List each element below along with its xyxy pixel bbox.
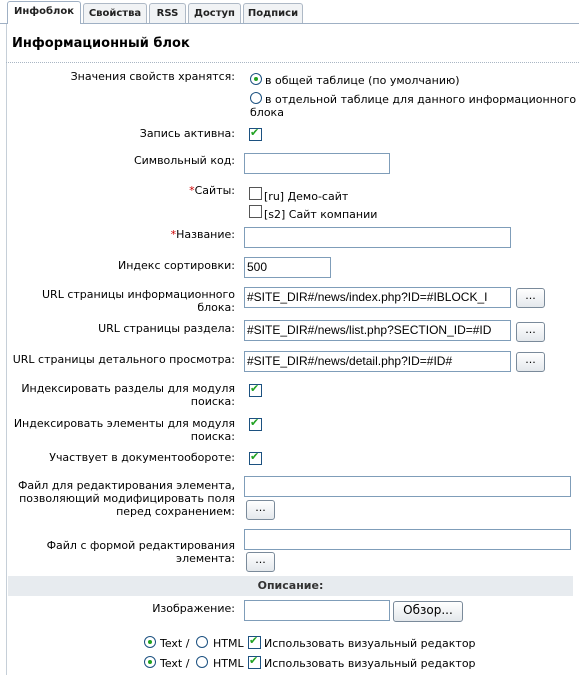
- url-detail-label: URL страницы детального просмотра:: [12, 353, 235, 366]
- index-sections-label-line1: Индексировать разделы для модуля: [21, 382, 235, 395]
- sites-label-wrap: *Сайты:: [8, 184, 235, 197]
- url-detail-browse-button[interactable]: ...: [516, 352, 545, 372]
- url-section-label: URL страницы раздела:: [98, 322, 235, 335]
- url-section-browse-button[interactable]: ...: [516, 322, 545, 342]
- description-section-header: Описание:: [8, 576, 573, 596]
- title-divider: [6, 62, 579, 63]
- site-ru-checkbox[interactable]: [249, 187, 262, 200]
- url-detail-input[interactable]: #SITE_DIR#/news/detail.php?ID=#ID#: [244, 351, 511, 372]
- editor2-html-radio[interactable]: [196, 656, 208, 668]
- name-input[interactable]: [244, 227, 511, 248]
- active-checkbox[interactable]: [249, 126, 262, 141]
- storage-radio-separate[interactable]: [250, 92, 262, 104]
- tab-signatures[interactable]: Подписи: [243, 3, 303, 23]
- tab-bar: Инфоблок Свойства RSS Доступ Подписи: [0, 0, 579, 24]
- site-s2-checkbox[interactable]: [249, 205, 262, 218]
- name-label-wrap: *Название:: [8, 228, 235, 241]
- editor1-html-radio[interactable]: [196, 636, 208, 648]
- edit-file-label-line2: позволяющий модифицировать поля: [19, 492, 235, 505]
- url-list-input[interactable]: #SITE_DIR#/news/index.php?ID=#IBLOCK_I: [244, 287, 511, 308]
- form-file-input[interactable]: [244, 529, 571, 550]
- editor2-text-label: Text /: [160, 657, 190, 670]
- editor2-text-radio[interactable]: [144, 656, 156, 668]
- editor2-visual-checkbox[interactable]: [248, 654, 261, 669]
- code-input[interactable]: [244, 153, 390, 174]
- workflow-checkbox[interactable]: [249, 450, 262, 465]
- editor2-visual-label: Использовать визуальный редактор: [264, 657, 476, 670]
- editor1-html-label: HTML: [213, 637, 244, 650]
- edit-file-browse-button[interactable]: ...: [246, 500, 275, 520]
- editor1-visual-label: Использовать визуальный редактор: [264, 637, 476, 650]
- tab-infoblock[interactable]: Инфоблок: [7, 1, 81, 24]
- image-file-input[interactable]: [244, 600, 390, 621]
- storage-label: Значения свойств хранятся:: [70, 70, 235, 83]
- tab-rss[interactable]: RSS: [149, 3, 186, 23]
- index-elements-checkbox[interactable]: [249, 416, 262, 431]
- storage-radio-common[interactable]: [250, 73, 262, 85]
- form-file-browse-button[interactable]: ...: [246, 552, 275, 572]
- editor1-text-radio[interactable]: [144, 636, 156, 648]
- image-browse-button[interactable]: Обзор...: [393, 601, 463, 622]
- form-file-label-line1: Файл с формой редактирования: [46, 539, 235, 552]
- site-ru-label: [ru] Демо-сайт: [264, 190, 349, 203]
- sort-label: Индекс сортировки:: [118, 259, 235, 272]
- page-title: Информационный блок: [12, 36, 190, 51]
- sites-label: Сайты:: [194, 184, 235, 197]
- tab-access[interactable]: Доступ: [188, 3, 241, 23]
- editor1-text-label: Text /: [160, 637, 190, 650]
- url-list-label-line2: блока:: [197, 301, 235, 314]
- index-sections-checkbox[interactable]: [249, 382, 262, 397]
- name-label: Название:: [176, 228, 235, 241]
- index-elements-label-line2: поиска:: [190, 430, 235, 443]
- storage-option-common: в общей таблице (по умолчанию): [265, 74, 460, 87]
- index-sections-label-line2: поиска:: [190, 395, 235, 408]
- workflow-label: Участвует в документообороте:: [49, 451, 235, 464]
- storage-option-separate-line1: в отдельной таблице для данного информац…: [265, 93, 577, 106]
- storage-option-separate-line2: блока: [250, 106, 284, 119]
- url-section-input[interactable]: #SITE_DIR#/news/list.php?SECTION_ID=#ID: [244, 320, 511, 341]
- edit-file-label-line3: перед сохранением:: [116, 505, 235, 518]
- tab-properties[interactable]: Свойства: [83, 3, 147, 23]
- index-elements-label-line1: Индексировать элементы для модуля: [13, 417, 235, 430]
- editor2-html-label: HTML: [213, 657, 244, 670]
- image-label: Изображение:: [152, 602, 235, 615]
- site-s2-label: [s2] Сайт компании: [264, 208, 378, 221]
- edit-file-input[interactable]: [244, 476, 571, 497]
- edit-file-label-line1: Файл для редактирования элемента,: [17, 479, 235, 492]
- url-list-browse-button[interactable]: ...: [516, 288, 545, 308]
- url-list-label-line1: URL страницы информационного: [42, 288, 235, 301]
- editor1-visual-checkbox[interactable]: [248, 634, 261, 649]
- form-file-label-line2: элемента:: [176, 552, 235, 565]
- sort-input[interactable]: 500: [244, 257, 331, 278]
- active-label: Запись активна:: [139, 127, 235, 140]
- code-label: Символьный код:: [133, 154, 235, 167]
